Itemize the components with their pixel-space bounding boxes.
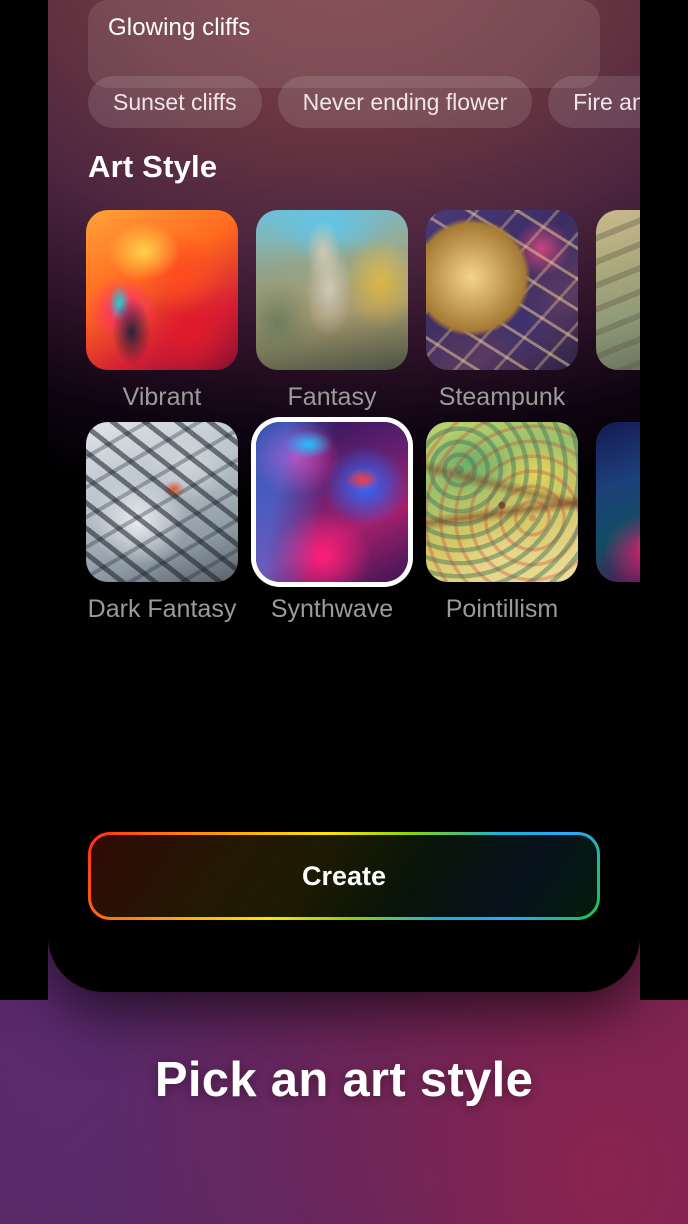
- art-style-option-fantasy[interactable]: Fantasy: [256, 210, 408, 412]
- create-button-gradient-border: Create: [88, 832, 600, 920]
- steampunk-artwork-image: [426, 210, 578, 370]
- app-screen: Glowing cliffs Sunset cliffs Never endin…: [48, 0, 640, 992]
- suggestion-chips-row[interactable]: Sunset cliffs Never ending flower Fire a…: [88, 74, 640, 130]
- art-style-label: Dark Fantasy: [88, 595, 237, 624]
- art-style-thumbnail-dark-fantasy[interactable]: [86, 422, 238, 582]
- art-style-option-synthwave[interactable]: Synthwave: [256, 422, 408, 624]
- art-style-option-steampunk[interactable]: Steampunk: [426, 210, 578, 412]
- frame-gutter-right: [640, 0, 688, 1000]
- art-style-option-pointillism[interactable]: Pointillism: [426, 422, 578, 624]
- art-style-thumbnail-partial-u[interactable]: [596, 210, 640, 370]
- art-style-row-2: Dark Fantasy Synthwave Pointillism: [86, 422, 640, 624]
- art-style-grid: Vibrant Fantasy Steampunk: [86, 210, 640, 624]
- dark-fantasy-artwork-image: [86, 422, 238, 582]
- suggestion-chip-fire-an[interactable]: Fire an: [548, 76, 640, 128]
- synthwave-artwork-image: [256, 422, 408, 582]
- art-style-option-partial-u[interactable]: U: [596, 210, 640, 412]
- art-style-label: Fantasy: [288, 383, 377, 412]
- poster-caption: Pick an art style: [0, 1052, 688, 1108]
- suggestion-chip-sunset-cliffs[interactable]: Sunset cliffs: [88, 76, 262, 128]
- art-style-thumbnail-partial-vibra[interactable]: [596, 422, 640, 582]
- art-style-option-dark-fantasy[interactable]: Dark Fantasy: [86, 422, 238, 624]
- art-style-thumbnail-synthwave[interactable]: [256, 422, 408, 582]
- frame-gutter-left: [0, 0, 48, 1000]
- fantasy-artwork-image: [256, 210, 408, 370]
- prompt-input-value: Glowing cliffs: [108, 14, 580, 42]
- art-style-thumbnail-fantasy[interactable]: [256, 210, 408, 370]
- phone-device-frame: Glowing cliffs Sunset cliffs Never endin…: [48, 0, 640, 992]
- art-style-label: Steampunk: [439, 383, 565, 412]
- ukiyo-artwork-image: [596, 210, 640, 370]
- art-style-label: Synthwave: [271, 595, 393, 624]
- create-button[interactable]: Create: [91, 835, 597, 917]
- art-style-label: Vibrant: [123, 383, 202, 412]
- art-style-thumbnail-pointillism[interactable]: [426, 422, 578, 582]
- suggestion-chip-never-ending-flower[interactable]: Never ending flower: [278, 76, 533, 128]
- pointillism-artwork-image: [426, 422, 578, 582]
- art-style-section-title: Art Style: [88, 149, 217, 185]
- art-style-thumbnail-steampunk[interactable]: [426, 210, 578, 370]
- vibrant-2-artwork-image: [596, 422, 640, 582]
- art-style-row-1: Vibrant Fantasy Steampunk: [86, 210, 640, 412]
- art-style-option-vibrant[interactable]: Vibrant: [86, 210, 238, 412]
- vibrant-artwork-image: [86, 210, 238, 370]
- art-style-option-partial-vibra[interactable]: Vibra: [596, 422, 640, 624]
- art-style-label: Pointillism: [446, 595, 559, 624]
- art-style-thumbnail-vibrant[interactable]: [86, 210, 238, 370]
